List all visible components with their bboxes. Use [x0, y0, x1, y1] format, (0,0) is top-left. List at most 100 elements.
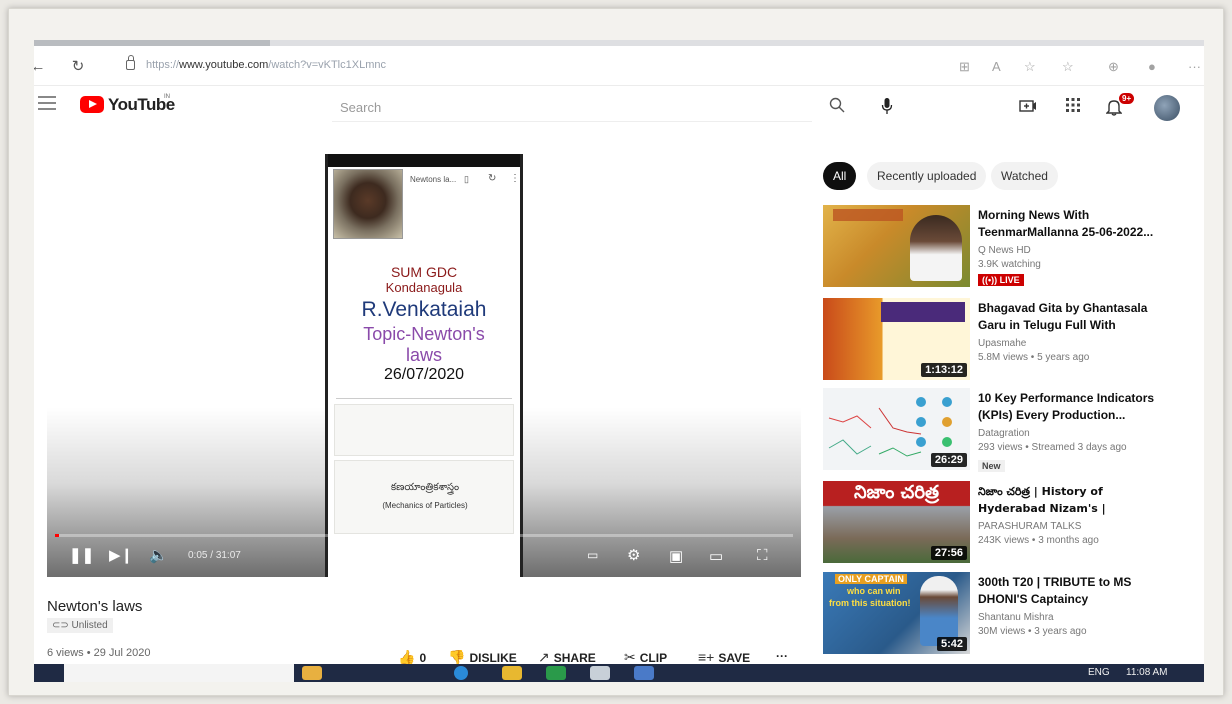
url-field[interactable]: https://www.youtube.com/watch?v=vKTlc1XL… [146, 59, 386, 71]
video-thumbnail[interactable]: ONLY CAPTAIN who can win from this situa… [823, 572, 970, 654]
excel-icon[interactable] [546, 666, 566, 680]
slide-topic-cont: laws [405, 345, 442, 365]
duration-badge: 27:56 [930, 546, 967, 560]
like-count: 0 [419, 651, 427, 665]
progress-fill [55, 534, 59, 537]
file-explorer-icon[interactable] [502, 666, 522, 680]
chip-watched[interactable]: Watched [991, 162, 1058, 190]
share-label: SHARE [553, 651, 596, 665]
thumbs-down-icon: 👎 [448, 649, 466, 665]
add-favorite-icon[interactable]: ☆ [1024, 59, 1036, 75]
save-playlist-icon: ≡+ [698, 649, 715, 665]
volume-icon[interactable]: 🔈 [149, 546, 168, 564]
save-button[interactable]: ≡+ SAVE [698, 649, 750, 665]
more-actions-button[interactable]: ··· [776, 649, 788, 663]
recommendation-item[interactable]: నిజాం చరిత్ర 27:56 నిజాం చరిత్ర | Histor… [823, 481, 1203, 567]
recommendation-title[interactable]: నిజాం చరిత్ర | History of Hyderabad Niza… [978, 483, 1158, 517]
video-thumbnail[interactable]: 26:29 [823, 388, 970, 470]
duration-badge: 1:13:12 [921, 363, 967, 377]
video-frame-phone-screen: Newtons la... ▯ ↻ ⋮ SUM GDC Kondanagula … [325, 154, 523, 577]
recommendation-views: 5.8M views • 5 years ago [978, 352, 1090, 363]
create-video-icon[interactable] [1019, 98, 1037, 119]
url-scheme: https:// [146, 59, 180, 71]
thumb-person [910, 215, 962, 281]
thumb-caption-2: who can win [847, 586, 901, 596]
thumb-player [920, 576, 958, 646]
recommendation-channel[interactable]: Datagration [978, 428, 1030, 439]
recommendation-channel[interactable]: Shantanu Mishra [978, 612, 1054, 623]
search-box [332, 92, 812, 122]
address-bar: ← ↻ https://www.youtube.com/watch?v=vKTl… [34, 48, 1204, 86]
microphone-icon[interactable] [880, 97, 894, 120]
profile-icon[interactable]: ● [1148, 59, 1156, 74]
search-input[interactable] [332, 92, 812, 122]
taskbar-clock[interactable]: 11:08 AM [1126, 667, 1168, 678]
doc-page-icon: ▯ [464, 174, 469, 184]
pause-icon[interactable]: ❚❚ [69, 546, 94, 564]
recommendation-item[interactable]: 1:13:12 Bhagavad Gita by Ghantasala Garu… [823, 298, 1203, 384]
apps-grid-icon[interactable] [1066, 98, 1080, 117]
favorites-icon[interactable]: ☆ [1062, 59, 1074, 75]
subtitles-icon[interactable]: ▭ [587, 548, 598, 562]
new-badge: New [978, 460, 1005, 472]
time-display: 0:05 / 31:07 [188, 550, 241, 561]
chip-all[interactable]: All [823, 162, 857, 190]
thumb-caption-1: ONLY CAPTAIN [835, 574, 907, 584]
taskbar-app-icon[interactable] [590, 666, 610, 680]
youtube-logo-icon[interactable] [80, 96, 104, 113]
recommendation-title[interactable]: Bhagavad Gita by Ghantasala Garu in Telu… [978, 300, 1158, 334]
video-thumbnail[interactable] [823, 205, 970, 287]
recommendation-channel[interactable]: Upasmahe [978, 338, 1026, 349]
next-icon[interactable]: ▶❙ [109, 546, 133, 564]
slide-topic: Topic-Newton's [363, 324, 485, 344]
app-available-icon[interactable]: ⊞ [959, 59, 970, 75]
live-badge: ((•)) LIVE [978, 274, 1024, 286]
duration-badge: 5:42 [936, 637, 967, 651]
recommendation-channel[interactable]: Q News HD [978, 245, 1031, 256]
recommendation-item[interactable]: 26:29 10 Key Performance Indicators (KPI… [823, 388, 1203, 474]
active-tab[interactable] [34, 40, 270, 46]
thumb-telugu-title: నిజాం చరిత్ర [853, 482, 940, 503]
language-indicator[interactable]: ENG [1088, 667, 1110, 678]
slide-next-page [334, 404, 514, 456]
duration-badge: 26:29 [930, 453, 967, 467]
visibility-badge: ⊂⊃ Unlisted [47, 618, 113, 633]
windows-taskbar: ENG 11:08 AM [34, 664, 1204, 682]
edge-browser-icon[interactable] [454, 666, 468, 680]
avatar[interactable] [1154, 95, 1180, 121]
recommendation-views: 293 views • Streamed 3 days ago [978, 442, 1127, 453]
recommendation-item[interactable]: ONLY CAPTAIN who can win from this situa… [823, 572, 1203, 658]
recommendation-title[interactable]: Morning News With TeenmarMallanna 25-06-… [978, 207, 1158, 241]
thumbs-up-icon: 👍 [398, 649, 416, 665]
refresh-icon[interactable]: ↻ [68, 57, 88, 77]
recommendation-title[interactable]: 300th T20 | TRIBUTE to MS DHONI'S Captai… [978, 574, 1158, 608]
settings-gear-icon[interactable]: ⚙ [627, 546, 640, 564]
phone-status-bar [328, 154, 520, 167]
taskbar-search[interactable] [64, 664, 294, 682]
video-meta: 6 views • 29 Jul 2020 [47, 647, 151, 659]
video-thumbnail[interactable]: నిజాం చరిత్ర 27:56 [823, 481, 970, 563]
chip-recently-uploaded[interactable]: Recently uploaded [867, 162, 987, 190]
slide-college-place: Kondanagula [385, 280, 463, 295]
menu-dots-icon[interactable]: ··· [1188, 59, 1201, 74]
back-icon[interactable]: ← [34, 57, 48, 77]
recommendation-channel[interactable]: PARASHURAM TALKS [978, 521, 1081, 532]
taskbar-app-icon-2[interactable] [634, 666, 654, 680]
collections-icon[interactable]: ⊕ [1108, 59, 1119, 75]
link-icon: ⊂⊃ [52, 620, 72, 631]
search-icon[interactable] [829, 97, 845, 118]
recommendation-item[interactable]: Morning News With TeenmarMallanna 25-06-… [823, 205, 1203, 291]
fullscreen-icon[interactable]: ⛶ [757, 547, 768, 564]
progress-bar[interactable] [55, 534, 793, 537]
slide-date: 26/07/2020 [383, 366, 465, 383]
taskbar-widget-icon[interactable] [302, 666, 322, 680]
recommendation-title[interactable]: 10 Key Performance Indicators (KPIs) Eve… [978, 390, 1158, 424]
scissors-icon: ✂ [624, 649, 636, 665]
video-thumbnail[interactable]: 1:13:12 [823, 298, 970, 380]
video-player[interactable]: Newtons la... ▯ ↻ ⋮ SUM GDC Kondanagula … [47, 154, 801, 577]
hamburger-menu-icon[interactable] [38, 96, 56, 110]
miniplayer-icon[interactable]: ▣ [669, 547, 683, 565]
theater-mode-icon[interactable]: ▭ [709, 547, 723, 565]
slide-subtitle: (Mechanics of Particles) [382, 501, 468, 510]
read-aloud-icon[interactable]: A [992, 59, 1001, 74]
